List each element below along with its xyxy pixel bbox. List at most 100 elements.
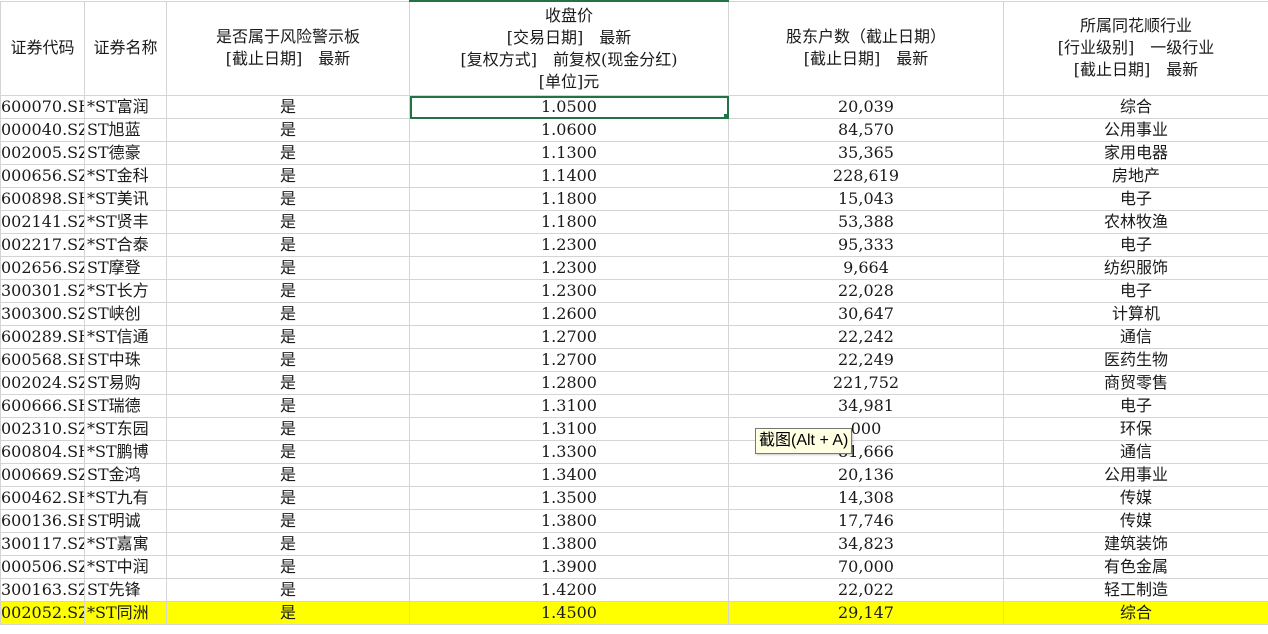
cell-name[interactable]: ST先锋 [84, 578, 167, 602]
table-row[interactable]: 600462.SH *ST九有是 1.3500 14,308 传媒 [0, 486, 1268, 510]
table-row[interactable]: 600289.SH *ST信通是 1.2700 22,242 通信 [0, 325, 1268, 349]
cell-risk[interactable]: 是 [166, 532, 410, 556]
cell-industry[interactable]: 纺织服饰 [1003, 256, 1268, 280]
table-row[interactable]: 600136.SH ST明诚是 1.3800 17,746 传媒 [0, 509, 1268, 533]
cell-name[interactable]: *ST嘉寓 [84, 532, 167, 556]
header-holders[interactable]: 股东户数（截止日期） [截止日期] 最新 [728, 0, 1004, 96]
cell-industry[interactable]: 综合 [1003, 601, 1268, 625]
cell-name[interactable]: ST易购 [84, 371, 167, 395]
table-row[interactable]: 000506.SZ *ST中润是 1.3900 70,000 有色金属 [0, 555, 1268, 579]
cell-holders[interactable]: 30,647 [728, 302, 1004, 326]
cell-code[interactable]: 600462.SH [0, 486, 85, 510]
cell-industry[interactable]: 电子 [1003, 187, 1268, 211]
cell-price[interactable]: 1.3800 [409, 532, 729, 556]
cell-name[interactable]: ST德豪 [84, 141, 167, 165]
cell-industry[interactable]: 家用电器 [1003, 141, 1268, 165]
cell-code[interactable]: 002005.SZ [0, 141, 85, 165]
cell-price[interactable]: 1.3300 [409, 440, 729, 464]
cell-name[interactable]: *ST长方 [84, 279, 167, 303]
cell-price[interactable]: 1.3100 [409, 417, 729, 441]
cell-risk[interactable]: 是 [166, 164, 410, 188]
cell-risk[interactable]: 是 [166, 463, 410, 487]
cell-code[interactable]: 600289.SH [0, 325, 85, 349]
cell-holders[interactable]: 22,028 [728, 279, 1004, 303]
cell-code[interactable]: 600804.SH [0, 440, 85, 464]
cell-industry[interactable]: 电子 [1003, 279, 1268, 303]
cell-risk[interactable]: 是 [166, 325, 410, 349]
cell-industry[interactable]: 有色金属 [1003, 555, 1268, 579]
cell-price[interactable]: 1.3900 [409, 555, 729, 579]
table-row[interactable]: 600568.SH ST中珠是 1.2700 22,249 医药生物 [0, 348, 1268, 372]
cell-holders[interactable]: 34,981 [728, 394, 1004, 418]
cell-price[interactable]: 1.4500 [409, 601, 729, 625]
cell-industry[interactable]: 综合 [1003, 95, 1268, 119]
cell-code[interactable]: 600568.SH [0, 348, 85, 372]
table-row[interactable]: 002310.SZ *ST东园是 1.3100 000 环保 [0, 417, 1268, 441]
cell-holders[interactable]: 20,039 [728, 95, 1004, 119]
cell-price[interactable]: 1.4200 [409, 578, 729, 602]
table-row[interactable]: 000669.SZ ST金鸿是 1.3400 20,136 公用事业 [0, 463, 1268, 487]
cell-industry[interactable]: 通信 [1003, 325, 1268, 349]
cell-name[interactable]: *ST金科 [84, 164, 167, 188]
cell-risk[interactable]: 是 [166, 279, 410, 303]
cell-code[interactable]: 600898.SH [0, 187, 85, 211]
cell-risk[interactable]: 是 [166, 256, 410, 280]
cell-price[interactable]: 1.1800 [409, 187, 729, 211]
cell-holders[interactable]: 35,365 [728, 141, 1004, 165]
table-row[interactable]: 600898.SH *ST美讯是 1.1800 15,043 电子 [0, 187, 1268, 211]
cell-industry[interactable]: 农林牧渔 [1003, 210, 1268, 234]
cell-industry[interactable]: 电子 [1003, 394, 1268, 418]
cell-code[interactable]: 002217.SZ [0, 233, 85, 257]
cell-holders[interactable]: 17,746 [728, 509, 1004, 533]
cell-price[interactable]: 1.1300 [409, 141, 729, 165]
cell-price[interactable]: 1.2300 [409, 279, 729, 303]
cell-risk[interactable]: 是 [166, 233, 410, 257]
cell-price[interactable]: 1.2700 [409, 348, 729, 372]
table-row[interactable]: 002024.SZ ST易购是 1.2800 221,752 商贸零售 [0, 371, 1268, 395]
cell-risk[interactable]: 是 [166, 348, 410, 372]
cell-code[interactable]: 000040.SZ [0, 118, 85, 142]
cell-holders[interactable]: 34,823 [728, 532, 1004, 556]
cell-price[interactable]: 1.2800 [409, 371, 729, 395]
table-row[interactable]: 000656.SZ *ST金科是 1.1400 228,619 房地产 [0, 164, 1268, 188]
cell-industry[interactable]: 医药生物 [1003, 348, 1268, 372]
cell-risk[interactable]: 是 [166, 417, 410, 441]
cell-name[interactable]: *ST东园 [84, 417, 167, 441]
cell-code[interactable]: 300163.SZ [0, 578, 85, 602]
table-row[interactable]: 300117.SZ *ST嘉寓是 1.3800 34,823 建筑装饰 [0, 532, 1268, 556]
cell-risk[interactable]: 是 [166, 486, 410, 510]
cell-code[interactable]: 002656.SZ [0, 256, 85, 280]
cell-code[interactable]: 002141.SZ [0, 210, 85, 234]
cell-risk[interactable]: 是 [166, 509, 410, 533]
cell-name[interactable]: ST旭蓝 [84, 118, 167, 142]
cell-holders[interactable]: 70,000 [728, 555, 1004, 579]
header-industry[interactable]: 所属同花顺行业 [行业级别] 一级行业 [截止日期] 最新 [1003, 0, 1268, 96]
table-row[interactable]: 300163.SZ ST先锋是 1.4200 22,022 轻工制造 [0, 578, 1268, 602]
cell-holders[interactable]: 15,043 [728, 187, 1004, 211]
cell-code[interactable]: 600070.SH [0, 95, 85, 119]
table-row[interactable]: 002217.SZ *ST合泰是 1.2300 95,333 电子 [0, 233, 1268, 257]
cell-code[interactable]: 002052.SZ [0, 601, 85, 625]
table-row[interactable]: 300301.SZ *ST长方是 1.2300 22,028 电子 [0, 279, 1268, 303]
cell-industry[interactable]: 建筑装饰 [1003, 532, 1268, 556]
table-row[interactable]: 600804.SH *ST鹏博是 1.3300 81,666 通信 [0, 440, 1268, 464]
table-row[interactable]: 002656.SZ ST摩登是 1.2300 9,664 纺织服饰 [0, 256, 1268, 280]
cell-code[interactable]: 600136.SH [0, 509, 85, 533]
header-code[interactable]: 证券代码 [0, 0, 85, 96]
header-price[interactable]: 收盘价 [交易日期] 最新 [复权方式] 前复权(现金分红) [单位]元 [409, 0, 729, 96]
cell-price[interactable]: 1.0600 [409, 118, 729, 142]
cell-risk[interactable]: 是 [166, 118, 410, 142]
cell-risk[interactable]: 是 [166, 578, 410, 602]
cell-industry[interactable]: 传媒 [1003, 509, 1268, 533]
cell-holders[interactable]: 9,664 [728, 256, 1004, 280]
cell-price[interactable]: 1.1800 [409, 210, 729, 234]
cell-risk[interactable]: 是 [166, 371, 410, 395]
cell-risk[interactable]: 是 [166, 302, 410, 326]
cell-price[interactable]: 1.1400 [409, 164, 729, 188]
cell-name[interactable]: *ST鹏博 [84, 440, 167, 464]
cell-holders[interactable]: 228,619 [728, 164, 1004, 188]
cell-name[interactable]: ST金鸿 [84, 463, 167, 487]
cell-price[interactable]: 1.0500 [409, 95, 729, 119]
cell-industry[interactable]: 房地产 [1003, 164, 1268, 188]
cell-risk[interactable]: 是 [166, 187, 410, 211]
